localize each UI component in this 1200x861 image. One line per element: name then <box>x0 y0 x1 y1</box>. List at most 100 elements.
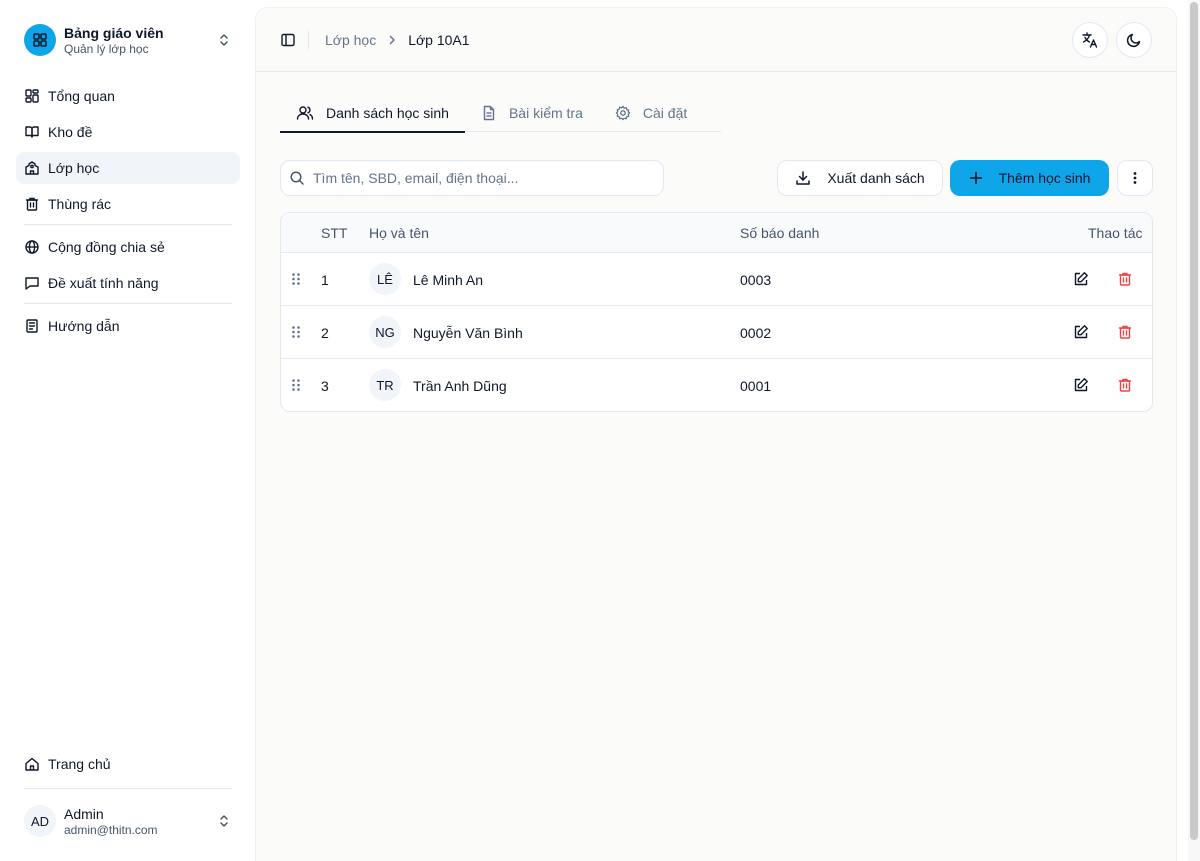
student-table: STT Họ và tên Số báo danh Thao tác 1 LÊ … <box>280 212 1153 412</box>
sidebar-footer-nav: Trang chủ <box>16 748 240 784</box>
class-tabs: Danh sách học sinh Bài kiểm tra Cài đặt <box>280 94 721 133</box>
student-sbd: 0001 <box>740 378 772 394</box>
breadcrumb-current: Lớp 10A1 <box>408 32 470 48</box>
edit-icon[interactable] <box>1073 377 1089 393</box>
nav-divider <box>24 224 232 225</box>
breadcrumb: Lớp học Lớp 10A1 <box>325 32 470 48</box>
tab-student-list[interactable]: Danh sách học sinh <box>280 94 465 133</box>
sidebar-item-guide[interactable]: Hướng dẫn <box>16 310 240 342</box>
tab-label: Danh sách học sinh <box>326 105 449 121</box>
sidebar-item-community[interactable]: Cộng đồng chia sẻ <box>16 231 240 263</box>
language-button[interactable] <box>1072 22 1108 58</box>
gear-icon <box>615 105 631 121</box>
student-search[interactable] <box>280 160 664 196</box>
users-icon <box>296 104 314 122</box>
home-icon <box>24 756 40 772</box>
moon-icon <box>1126 32 1142 48</box>
delete-icon[interactable] <box>1117 271 1133 287</box>
export-label: Xuất danh sách <box>827 170 925 186</box>
sidebar-item-label: Trang chủ <box>48 756 111 772</box>
sidebar-item-label: Cộng đồng chia sẻ <box>48 239 165 255</box>
chevron-up-down-icon <box>216 813 232 829</box>
chevron-up-down-icon <box>216 32 232 48</box>
guide-icon <box>24 318 40 334</box>
table-row: 1 LÊ Lê Minh An 0003 <box>281 253 1152 306</box>
edit-icon[interactable] <box>1073 271 1089 287</box>
sidebar: Bảng giáo viên Quản lý lớp học Tổng quan <box>0 0 248 861</box>
sidebar-item-trash[interactable]: Thùng rác <box>16 188 240 220</box>
search-input[interactable] <box>313 170 653 186</box>
tab-label: Cài đặt <box>642 105 688 121</box>
sidebar-item-label: Hướng dẫn <box>48 318 120 334</box>
sidebar-item-label: Tổng quan <box>48 88 115 104</box>
sidebar-nav: Tổng quan Kho đề Lớp học Thùng rác Cộng … <box>16 80 240 346</box>
sidebar-item-overview[interactable]: Tổng quan <box>16 80 240 112</box>
header-divider <box>308 31 309 49</box>
tab-tests[interactable]: Bài kiểm tra <box>465 94 599 132</box>
user-divider <box>24 788 232 789</box>
sidebar-item-label: Lớp học <box>48 160 100 176</box>
student-sbd: 0003 <box>740 272 772 288</box>
user-email: admin@thitn.com <box>64 822 158 837</box>
book-icon <box>24 124 40 140</box>
sidebar-item-label: Kho đề <box>48 124 93 140</box>
globe-icon <box>24 239 40 255</box>
more-options-button[interactable] <box>1117 160 1153 196</box>
dashboard-icon <box>24 88 40 104</box>
theme-toggle-button[interactable] <box>1116 22 1152 58</box>
row-stt: 3 <box>321 378 329 394</box>
drag-handle-icon[interactable] <box>290 325 302 339</box>
edit-icon[interactable] <box>1073 324 1089 340</box>
column-header-sbd: Số báo danh <box>740 225 820 241</box>
drag-handle-icon[interactable] <box>290 378 302 392</box>
school-icon <box>24 160 40 176</box>
brand-title: Bảng giáo viên <box>64 24 164 41</box>
file-text-icon <box>481 105 497 121</box>
more-vertical-icon <box>1127 170 1143 186</box>
student-name: Lê Minh An <box>413 272 484 288</box>
table-row: 2 NG Nguyễn Văn Bình 0002 <box>281 306 1152 359</box>
column-header-name: Họ và tên <box>369 225 429 241</box>
brand-subtitle: Quản lý lớp học <box>64 41 149 56</box>
sidebar-item-classes[interactable]: Lớp học <box>16 152 240 184</box>
user-name: Admin <box>64 805 104 822</box>
trash-icon <box>24 196 40 212</box>
user-menu[interactable]: AD Admin admin@thitn.com <box>16 797 240 845</box>
table-header: STT Họ và tên Số báo danh Thao tác <box>281 213 1152 253</box>
row-stt: 1 <box>321 272 329 288</box>
breadcrumb-classes-link[interactable]: Lớp học <box>325 32 376 48</box>
message-icon <box>24 275 40 291</box>
add-student-button[interactable]: Thêm học sinh <box>950 160 1109 196</box>
avatar: TR <box>369 369 401 401</box>
main-panel: Lớp học Lớp 10A1 Danh sách học sinh Bài … <box>256 8 1176 861</box>
delete-icon[interactable] <box>1117 324 1133 340</box>
student-name: Nguyễn Văn Bình <box>413 325 523 341</box>
student-name: Trần Anh Dũng <box>413 378 507 394</box>
add-label: Thêm học sinh <box>998 170 1091 186</box>
download-icon <box>795 170 811 186</box>
drag-handle-icon[interactable] <box>290 272 302 286</box>
scrollbar-thumb[interactable] <box>1190 2 1198 840</box>
avatar: AD <box>24 805 56 837</box>
row-stt: 2 <box>321 325 329 341</box>
sidebar-item-question-bank[interactable]: Kho đề <box>16 116 240 148</box>
sidebar-item-home[interactable]: Trang chủ <box>16 748 240 780</box>
translate-icon <box>1081 31 1099 49</box>
chevron-right-icon <box>386 34 398 46</box>
tab-settings[interactable]: Cài đặt <box>599 94 703 132</box>
column-header-actions: Thao tác <box>1088 225 1143 241</box>
sidebar-toggle-icon[interactable] <box>280 32 296 48</box>
header: Lớp học Lớp 10A1 <box>256 8 1176 72</box>
student-sbd: 0002 <box>740 325 772 341</box>
column-header-stt: STT <box>321 225 348 241</box>
avatar: LÊ <box>369 263 401 295</box>
table-row: 3 TR Trần Anh Dũng 0001 <box>281 359 1152 411</box>
sidebar-item-feature-request[interactable]: Đề xuất tính năng <box>16 267 240 299</box>
export-list-button[interactable]: Xuất danh sách <box>777 160 943 196</box>
workspace-switcher[interactable]: Bảng giáo viên Quản lý lớp học <box>16 16 240 64</box>
sidebar-item-label: Thùng rác <box>48 196 112 212</box>
sidebar-item-label: Đề xuất tính năng <box>48 275 159 291</box>
dashboard-icon <box>24 24 56 56</box>
plus-icon <box>969 171 983 185</box>
delete-icon[interactable] <box>1117 377 1133 393</box>
